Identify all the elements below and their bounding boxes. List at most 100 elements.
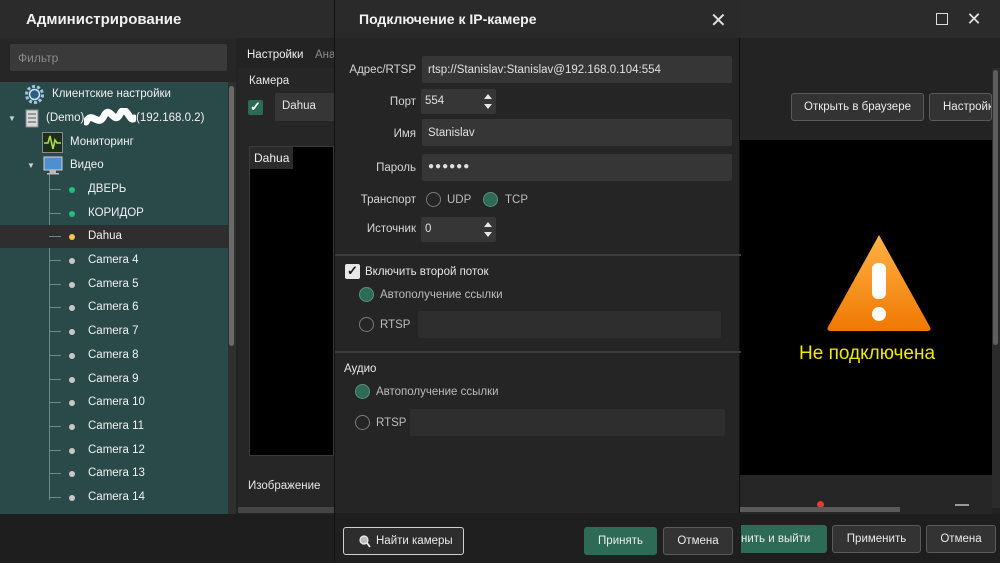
status-dot (69, 282, 75, 288)
second-stream-rtsp-radio[interactable] (359, 317, 374, 332)
audio-rtsp-field[interactable] (410, 409, 725, 436)
camera-preview: Dahua (249, 146, 334, 456)
name-field[interactable]: Stanislav (422, 119, 732, 146)
divider (335, 351, 741, 353)
status-dot (69, 234, 75, 240)
monitoring-icon (42, 132, 63, 153)
transport-tcp-label: TCP (505, 194, 528, 206)
port-label: Порт (389, 96, 416, 108)
address-field[interactable]: rtsp://Stanislav:Stanislav@192.168.0.104… (422, 56, 732, 83)
spin-down-icon[interactable] (484, 104, 492, 109)
second-stream-auto-radio[interactable] (359, 287, 374, 302)
status-dot (69, 400, 75, 406)
settings-button[interactable]: Настройк (929, 93, 992, 121)
preview-label: Dahua (250, 147, 294, 169)
camera-item[interactable]: Camera 9 (0, 368, 228, 391)
right-lower-panel (740, 475, 992, 515)
dialog-title: Подключение к IP-камере (359, 11, 537, 27)
slider-track[interactable] (740, 507, 900, 512)
tree-item-video[interactable]: ▼ Видео (0, 154, 228, 177)
camera-item[interactable]: Camera 7 (0, 320, 228, 343)
audio-rtsp-radio[interactable] (355, 415, 370, 430)
tree-item-label: Клиентские настройки (52, 88, 171, 100)
camera-item-selected[interactable]: Dahua (0, 225, 228, 248)
second-stream-rtsp-label: RTSP (380, 319, 411, 331)
search-icon (359, 535, 371, 548)
video-view (740, 140, 992, 475)
find-cameras-button[interactable]: Найти камеры (343, 527, 464, 555)
apply-button[interactable]: Применить (832, 525, 921, 553)
camera-item[interactable]: Camera 6 (0, 296, 228, 319)
password-label: Пароль (376, 162, 416, 174)
port-spinbox[interactable]: 554 (421, 89, 496, 114)
camera-item[interactable]: Camera 10 (0, 391, 228, 414)
source-spinbox[interactable]: 0 (421, 217, 496, 242)
camera-item[interactable]: ДВЕРЬ (0, 178, 228, 201)
scrollbar-thumb[interactable] (993, 70, 998, 345)
tab-analytics[interactable]: Ана (315, 49, 335, 61)
address-label: Адрес/RTSP (349, 64, 416, 76)
horizontal-scrollbar[interactable] (238, 507, 334, 513)
second-stream-rtsp-field[interactable] (418, 311, 721, 338)
status-dot (69, 424, 75, 430)
divider (335, 254, 741, 256)
ip-camera-dialog: Подключение к IP-камере ✕ Адрес/RTSP rts… (334, 0, 741, 563)
maximize-icon[interactable] (933, 10, 951, 28)
spin-down-icon[interactable] (484, 232, 492, 237)
apply-and-exit-button[interactable]: нить и выйти (731, 525, 827, 553)
image-section-label: Изображение (248, 480, 321, 492)
name-label: Имя (393, 128, 416, 140)
transport-label: Транспорт (360, 194, 416, 206)
chevron-down-icon[interactable]: ▼ (27, 161, 35, 170)
right-scrollbar[interactable] (992, 68, 1000, 508)
spin-up-icon[interactable] (484, 94, 492, 99)
source-label: Источник (366, 223, 416, 235)
accept-button[interactable]: Принять (584, 527, 657, 555)
minus-icon[interactable] (955, 504, 969, 506)
transport-udp-radio[interactable] (426, 192, 441, 207)
status-dot (69, 495, 75, 501)
camera-item[interactable]: Camera 8 (0, 344, 228, 367)
camera-item[interactable]: Camera 14 (0, 486, 228, 509)
open-in-browser-button[interactable]: Открыть в браузере (791, 93, 924, 121)
second-stream-label: Включить второй поток (365, 266, 489, 278)
scrollbar-thumb[interactable] (229, 86, 234, 346)
tree-item-monitoring[interactable]: Мониторинг (0, 131, 228, 154)
camera-item[interactable]: КОРИДОР (0, 202, 228, 225)
status-dot (69, 353, 75, 359)
audio-rtsp-label: RTSP (376, 417, 407, 429)
camera-item[interactable]: Camera 5 (0, 273, 228, 296)
cancel-button[interactable]: Отмена (926, 525, 996, 553)
monitor-icon (43, 156, 63, 175)
status-dot (69, 258, 75, 264)
tab-settings[interactable]: Настройки (247, 49, 303, 61)
close-icon[interactable]: ✕ (965, 10, 983, 28)
dialog-cancel-button[interactable]: Отмена (663, 527, 733, 555)
device-tree: Клиентские настройки ▼ (Demo) (192.168.0… (0, 82, 228, 514)
second-stream-checkbox[interactable]: ✓ (345, 264, 360, 279)
audio-auto-radio[interactable] (355, 384, 370, 399)
camera-enabled-checkbox[interactable]: ✓ (248, 100, 263, 115)
server-ip: (192.168.0.2) (136, 112, 205, 124)
transport-tcp-radio[interactable] (483, 192, 498, 207)
gear-icon (25, 85, 44, 104)
tree-item-client-settings[interactable]: Клиентские настройки (0, 83, 228, 106)
tree-item-label: Видео (70, 159, 104, 171)
filter-input[interactable] (10, 44, 227, 71)
status-dot (69, 377, 75, 383)
spin-up-icon[interactable] (484, 222, 492, 227)
camera-item[interactable]: Camera 11 (0, 415, 228, 438)
audio-auto-label: Автополучение ссылки (376, 386, 499, 398)
tree-scrollbar[interactable] (228, 82, 236, 514)
chevron-down-icon[interactable]: ▼ (8, 114, 16, 123)
tree-item-server[interactable]: ▼ (Demo) (192.168.0.2) (0, 107, 228, 130)
audio-section-label: Аудио (344, 363, 377, 375)
password-field[interactable]: ●●●●●● (422, 154, 732, 181)
close-icon[interactable]: ✕ (710, 8, 727, 33)
status-dot (69, 471, 75, 477)
server-icon (25, 109, 39, 128)
camera-name-field[interactable]: Dahua (275, 93, 334, 121)
camera-item[interactable]: Camera 12 (0, 439, 228, 462)
camera-item[interactable]: Camera 13 (0, 462, 228, 485)
camera-item[interactable]: Camera 4 (0, 249, 228, 272)
